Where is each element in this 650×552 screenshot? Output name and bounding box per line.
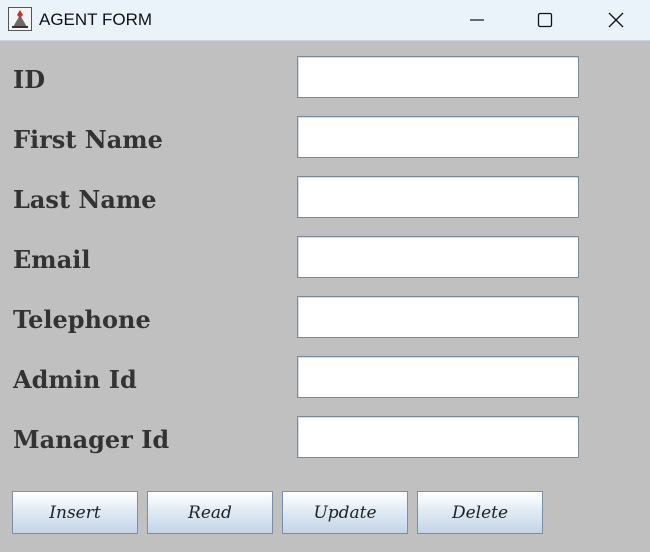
admin-id-field[interactable] — [297, 356, 579, 398]
email-label: Email — [13, 245, 91, 274]
email-field[interactable] — [297, 236, 579, 278]
window-title: AGENT FORM — [39, 10, 153, 29]
first-name-label: First Name — [13, 125, 163, 154]
manager-id-field[interactable] — [297, 416, 579, 458]
manager-id-label: Manager Id — [13, 425, 170, 454]
title-bar[interactable]: AGENT FORM — [0, 0, 650, 41]
minimize-button[interactable] — [454, 0, 500, 40]
minimize-icon — [469, 12, 485, 28]
admin-id-label: Admin Id — [13, 365, 137, 394]
close-icon — [608, 12, 624, 28]
last-name-field[interactable] — [297, 176, 579, 218]
insert-button[interactable]: Insert — [12, 491, 138, 534]
maximize-button[interactable] — [522, 0, 568, 40]
maximize-icon — [537, 12, 553, 28]
close-button[interactable] — [593, 0, 639, 40]
delete-button[interactable]: Delete — [417, 491, 543, 534]
last-name-label: Last Name — [13, 185, 157, 214]
java-icon — [8, 7, 32, 31]
telephone-field[interactable] — [297, 296, 579, 338]
id-field[interactable] — [297, 56, 579, 98]
telephone-label: Telephone — [13, 305, 151, 334]
id-label: ID — [13, 65, 46, 94]
first-name-field[interactable] — [297, 116, 579, 158]
form-panel: ID First Name Last Name Email Telephone … — [0, 41, 650, 552]
update-button[interactable]: Update — [282, 491, 408, 534]
read-button[interactable]: Read — [147, 491, 273, 534]
